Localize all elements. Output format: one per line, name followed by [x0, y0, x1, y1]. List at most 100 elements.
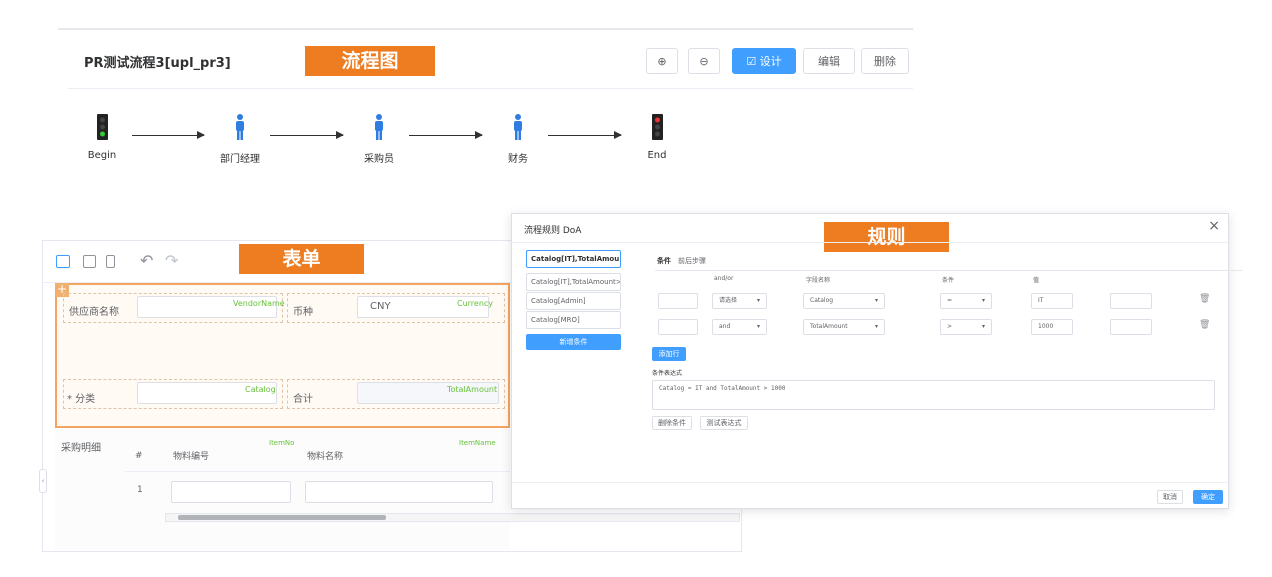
column-index: # [135, 451, 143, 461]
condition-item[interactable]: Catalog[IT],TotalAmount> [526, 273, 621, 291]
expression-textarea[interactable]: Catalog = IT and TotalAmount > 1000 [652, 380, 1215, 410]
total-amount-label: 合计 [293, 394, 313, 405]
andor-select-value: 请选择 [719, 297, 738, 304]
zoom-out-button[interactable]: ⊖ [688, 48, 720, 74]
flow-section-tag: 流程图 [305, 46, 435, 76]
edit-button[interactable]: 编辑 [803, 48, 855, 74]
trash-icon[interactable]: 🗑 [1199, 320, 1210, 330]
flow-arrow [132, 131, 205, 139]
person-icon [236, 114, 244, 140]
vendor-name-label: 供应商名称 [69, 307, 119, 318]
header-field: 字段名称 [806, 277, 831, 284]
flow-arrow [548, 131, 622, 139]
category-tag: Catalog [245, 385, 276, 394]
design-button[interactable]: ☑ 设计 [732, 48, 796, 74]
form-header-section[interactable]: + 供应商名称 VendorName 币种 CNY Currency * 分类 … [55, 283, 510, 428]
close-icon[interactable]: × [1208, 218, 1220, 234]
undo-icon[interactable]: ↶ [140, 251, 153, 270]
item-no-tag: ItemNo [269, 439, 295, 447]
condition-item[interactable]: Catalog[Admin] [526, 292, 621, 310]
value-input[interactable]: IT [1031, 293, 1073, 309]
flow-node-buyer[interactable]: 采购员 [349, 114, 409, 165]
flow-node-begin[interactable]: Begin [72, 114, 132, 161]
currency-label: 币种 [293, 307, 313, 318]
delete-condition-button[interactable]: 删除条件 [652, 416, 692, 430]
category-label: * 分类 [67, 394, 96, 405]
value-input[interactable]: 1000 [1031, 319, 1073, 335]
field-select[interactable]: Catalog ▾ [803, 293, 885, 309]
flow-panel: PR测试流程3[upl_pr3] 流程图 ⊕ ⊖ ☑ 设计 编辑 删除 Begi… [58, 28, 913, 220]
total-amount-tag: TotalAmount [447, 385, 498, 394]
rule-dialog-title: 流程规则 DoA [524, 226, 582, 236]
header-value: 值 [1033, 277, 1040, 284]
flow-node-label: 财务 [508, 154, 528, 165]
column-item-no: 物料编号 [173, 452, 210, 462]
traffic-light-green-icon [96, 114, 108, 140]
tablet-view-icon[interactable] [83, 255, 96, 268]
flow-node-finance[interactable]: 财务 [488, 114, 548, 165]
desktop-view-icon[interactable] [56, 255, 70, 268]
header-operator: 条件 [942, 277, 955, 284]
flow-title: PR测试流程3[upl_pr3] [84, 56, 231, 71]
flow-node-label: 采购员 [364, 154, 394, 165]
rule-section-tag: 规则 [824, 222, 949, 252]
operator-select-value: = [947, 297, 953, 304]
field-select[interactable]: TotalAmount ▾ [803, 319, 885, 335]
trash-icon[interactable]: 🗑 [1199, 294, 1210, 304]
rule-dialog: 流程规则 DoA × 规则 Catalog[IT],TotalAmou Cata… [511, 213, 1242, 509]
field-select-value: TotalAmount [810, 323, 848, 330]
scrollbar-thumb[interactable] [178, 515, 386, 520]
add-row-button[interactable]: 添加行 [652, 347, 686, 361]
flow-node-end[interactable]: End [627, 114, 687, 161]
item-name-input[interactable] [305, 481, 493, 503]
item-no-input[interactable] [171, 481, 291, 503]
zoom-in-button[interactable]: ⊕ [646, 48, 678, 74]
traffic-light-red-icon [651, 114, 663, 140]
andor-select[interactable]: and ▾ [712, 319, 767, 335]
purchase-detail-table: 采购明细 # 物料编号 ItemNo 物料名称 ItemName 1 [55, 429, 510, 549]
tab-conditions[interactable]: 条件 [657, 256, 671, 266]
column-item-name: 物料名称 [307, 452, 344, 462]
collapse-sidebar-handle[interactable]: ‹ [39, 469, 47, 493]
phone-view-icon[interactable] [106, 255, 115, 268]
flow-node-manager[interactable]: 部门经理 [210, 114, 270, 165]
redo-icon[interactable]: ↷ [165, 251, 178, 270]
vendor-name-tag: VendorName [233, 299, 285, 308]
row-index: 1 [137, 485, 143, 495]
form-section-tag: 表单 [239, 244, 364, 274]
row-divider [125, 471, 510, 472]
flow-divider [68, 88, 913, 89]
currency-tag: Currency [457, 299, 494, 308]
delete-button[interactable]: 删除 [861, 48, 909, 74]
dialog-divider [512, 242, 1228, 243]
confirm-button[interactable]: 确定 [1193, 490, 1223, 504]
tab-steps[interactable]: 前后步骤 [678, 256, 706, 266]
right-paren-input[interactable] [1110, 293, 1152, 309]
operator-select[interactable]: = ▾ [940, 293, 992, 309]
person-icon [514, 114, 522, 140]
tab-underline [655, 270, 1242, 271]
flow-arrow [409, 131, 483, 139]
add-condition-button[interactable]: 新增条件 [526, 334, 621, 350]
andor-select[interactable]: 请选择 ▾ [712, 293, 767, 309]
flow-arrow [270, 131, 344, 139]
left-paren-input[interactable] [658, 319, 698, 335]
person-icon [375, 114, 383, 140]
flow-node-label: End [647, 150, 667, 161]
footer-divider [512, 482, 1228, 483]
cancel-button[interactable]: 取消 [1157, 490, 1183, 504]
flow-node-label: Begin [87, 150, 117, 161]
test-expression-button[interactable]: 测试表达式 [700, 416, 748, 430]
andor-select-value: and [719, 323, 731, 330]
field-select-value: Catalog [810, 297, 834, 304]
horizontal-scrollbar[interactable] [165, 513, 740, 522]
condition-item[interactable]: Catalog[IT],TotalAmou [526, 250, 621, 268]
condition-item[interactable]: Catalog[MRO] [526, 311, 621, 329]
operator-select[interactable]: > ▾ [940, 319, 992, 335]
purchase-detail-label: 采购明细 [61, 443, 101, 454]
left-paren-input[interactable] [658, 293, 698, 309]
item-name-tag: ItemName [459, 439, 496, 447]
right-paren-input[interactable] [1110, 319, 1152, 335]
flow-node-label: 部门经理 [220, 154, 260, 165]
operator-select-value: > [947, 323, 953, 330]
